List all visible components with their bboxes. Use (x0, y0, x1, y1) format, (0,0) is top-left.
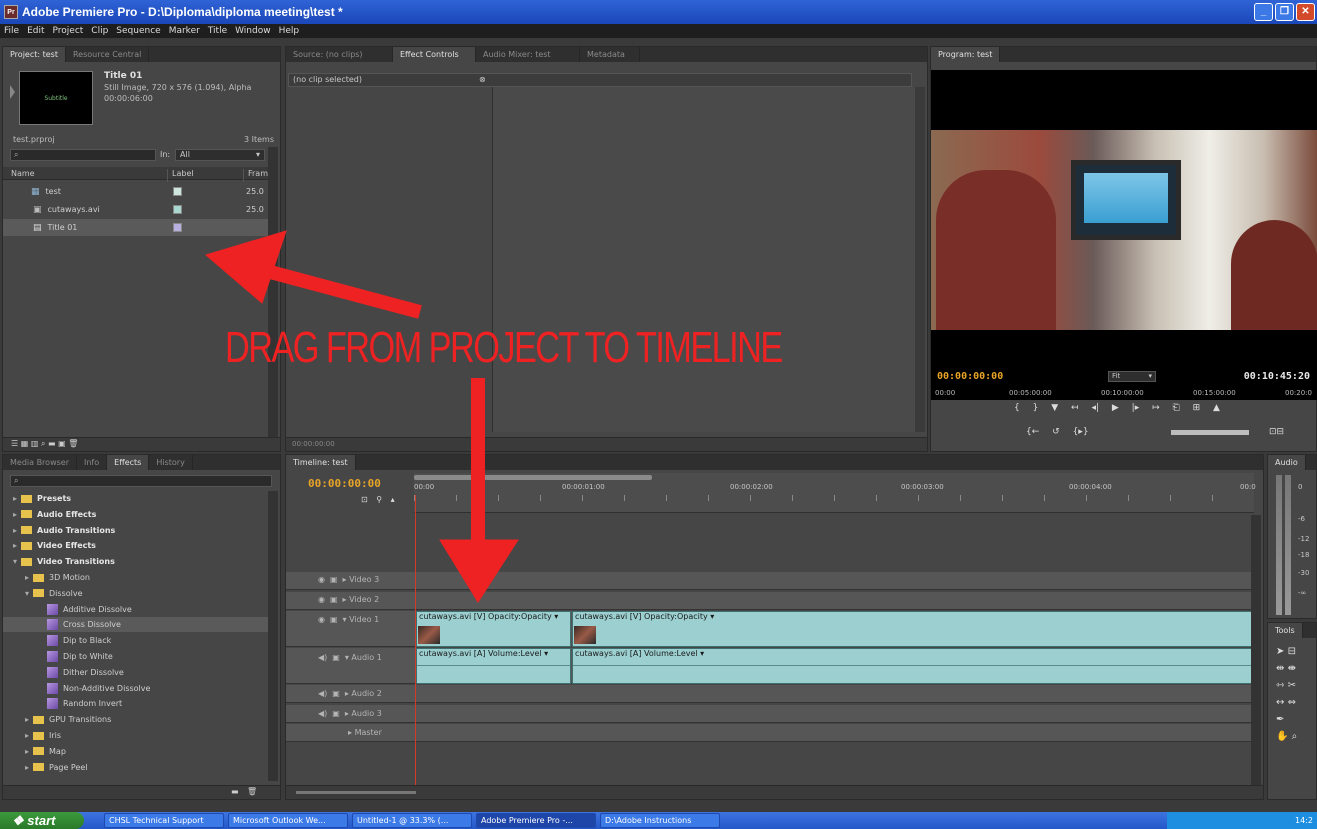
system-tray: 14:2 (1167, 812, 1317, 829)
drag-instruction-arrows (204, 230, 519, 603)
arrow-to-project-head (204, 230, 287, 304)
task-label: D:\Adobe Instructions (605, 816, 692, 825)
drag-instruction-text: DRAG FROM PROJECT TO TIMELINE (225, 323, 783, 372)
task-label: Microsoft Outlook We... (233, 816, 326, 825)
task-label: CHSL Technical Support (109, 816, 204, 825)
start-button[interactable]: ❖ start (0, 812, 84, 829)
arrow-to-project-line (246, 259, 422, 319)
taskbar-item-photoshop[interactable]: Untitled-1 @ 33.3% (... (352, 813, 472, 828)
windows-taskbar: ❖ start CHSL Technical Support Microsoft… (0, 812, 1317, 829)
windows-logo-icon: ❖ (12, 813, 28, 828)
taskbar-item-explorer[interactable]: D:\Adobe Instructions (600, 813, 720, 828)
taskbar-item-premiere[interactable]: Adobe Premiere Pro -... (476, 813, 596, 828)
start-label: start (27, 813, 56, 828)
task-label: Adobe Premiere Pro -... (481, 816, 573, 825)
arrow-to-timeline-head (439, 539, 519, 603)
taskbar-item-chsl[interactable]: CHSL Technical Support (104, 813, 224, 828)
clock: 14:2 (1295, 816, 1313, 825)
taskbar-item-outlook[interactable]: Microsoft Outlook We... (228, 813, 348, 828)
task-label: Untitled-1 @ 33.3% (... (357, 816, 449, 825)
